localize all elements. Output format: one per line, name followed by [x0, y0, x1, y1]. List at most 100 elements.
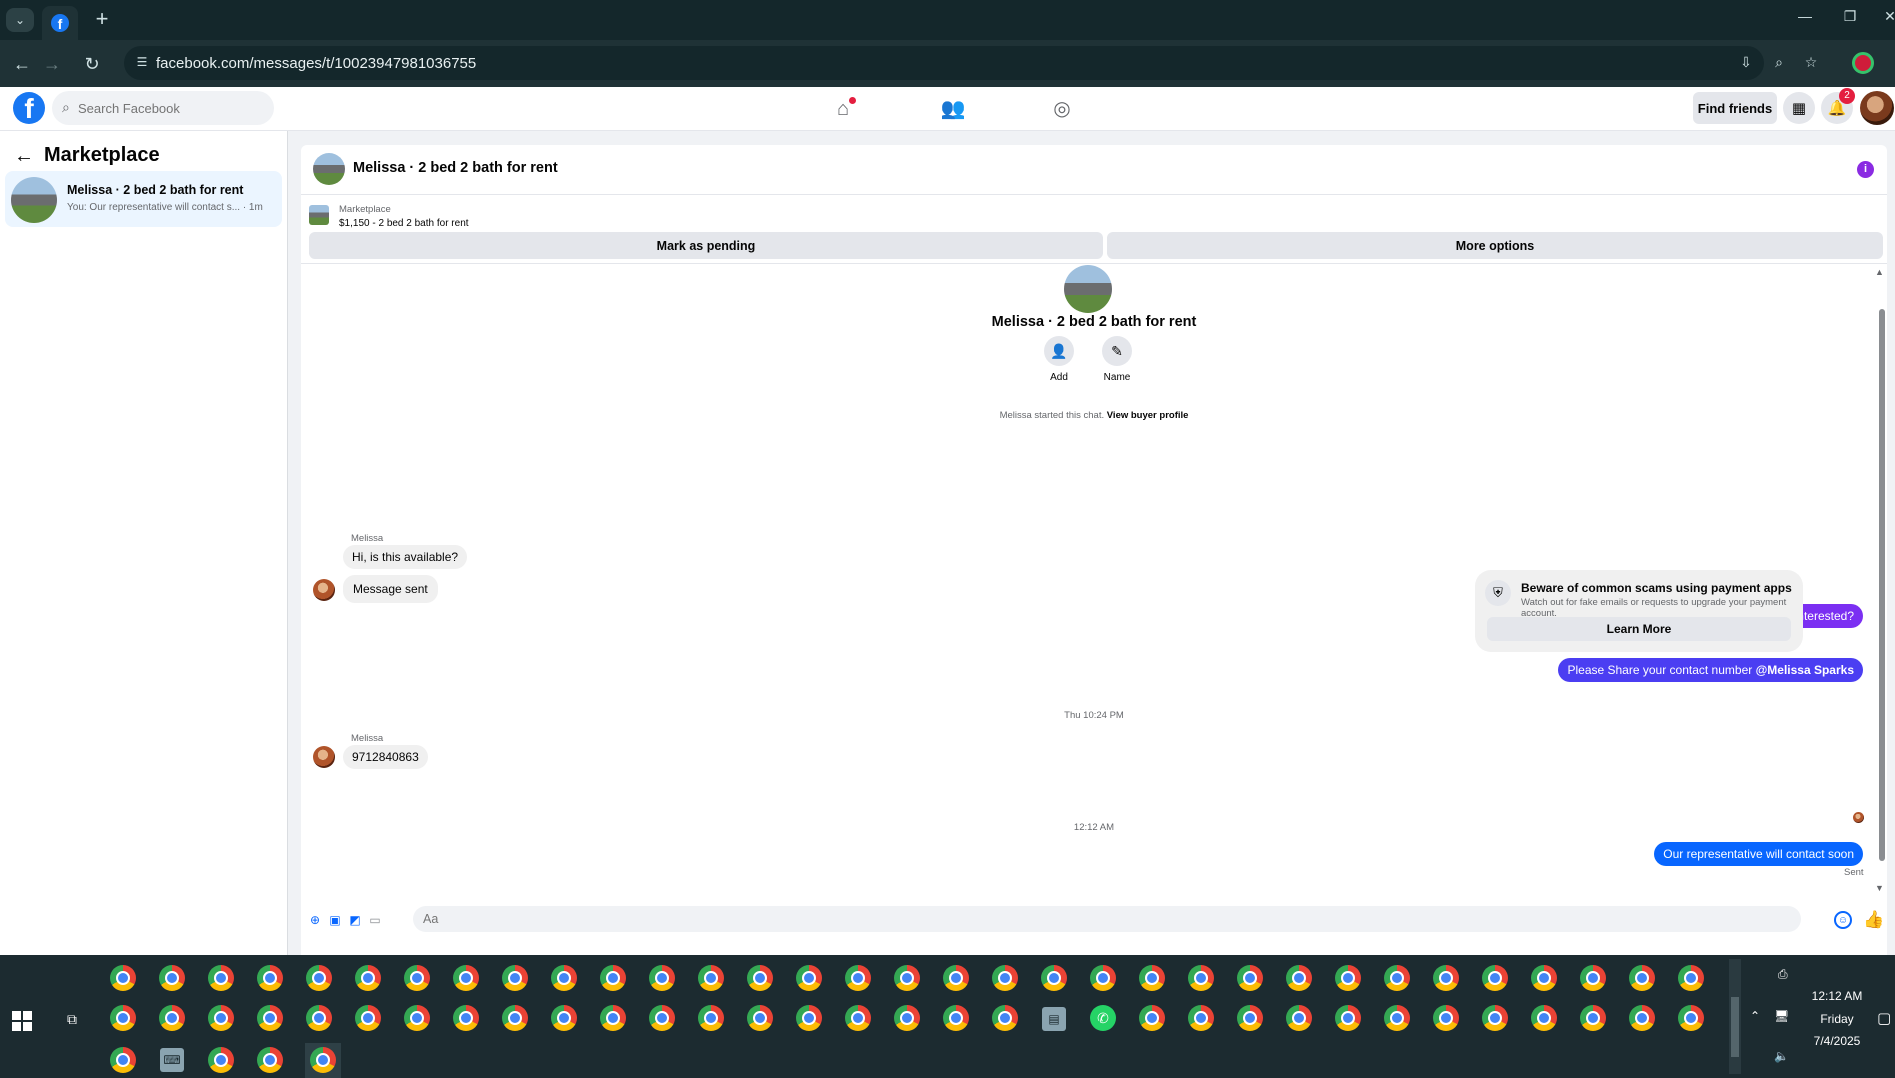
edit-name-icon[interactable]: ✎	[1102, 336, 1132, 366]
chrome-window-icon[interactable]	[1433, 965, 1459, 991]
groups-icon[interactable]: ◎	[1048, 95, 1076, 123]
bookmark-star-icon[interactable]: ☆	[1801, 54, 1821, 71]
chrome-window-icon[interactable]	[1629, 1005, 1655, 1031]
chrome-window-icon[interactable]	[1531, 1005, 1557, 1031]
install-app-icon[interactable]: ⇩	[1736, 54, 1756, 71]
chrome-window-icon[interactable]	[404, 965, 430, 991]
chrome-window-icon[interactable]	[845, 1005, 871, 1031]
restore-icon[interactable]: ❐	[1830, 8, 1870, 25]
chrome-window-icon[interactable]	[747, 1005, 773, 1031]
info-icon[interactable]: i	[1857, 161, 1874, 178]
gif-icon[interactable]: ▭	[367, 912, 383, 928]
chrome-window-icon[interactable]	[1580, 965, 1606, 991]
mention-link[interactable]: @Melissa Sparks	[1756, 663, 1854, 677]
message-input[interactable]	[413, 906, 1801, 932]
menu-grid-icon[interactable]: ▦	[1783, 92, 1815, 124]
minimize-icon[interactable]: —	[1785, 8, 1825, 24]
melissa-avatar[interactable]	[313, 746, 335, 768]
view-buyer-profile-link[interactable]: View buyer profile	[1107, 410, 1189, 421]
chrome-window-icon[interactable]	[551, 965, 577, 991]
site-info-icon[interactable]: ☰	[134, 55, 150, 71]
chrome-window-icon[interactable]	[110, 965, 136, 991]
new-tab-button[interactable]: +	[90, 8, 114, 32]
tab-facebook[interactable]: f	[42, 6, 78, 40]
learn-more-button[interactable]: Learn More	[1487, 617, 1791, 641]
chrome-window-icon[interactable]	[1090, 965, 1116, 991]
outgoing-message[interactable]: Please Share your contact number @Meliss…	[1558, 658, 1863, 682]
add-person-icon[interactable]: 👤	[1044, 336, 1074, 366]
notifications-center-icon[interactable]: ▢	[1877, 1009, 1891, 1027]
spreadsheet-app-icon[interactable]: ▤	[1042, 1007, 1066, 1031]
chrome-window-icon[interactable]	[306, 1005, 332, 1031]
chrome-window-icon[interactable]	[1580, 1005, 1606, 1031]
more-options-button[interactable]: More options	[1107, 232, 1883, 259]
keyboard-app-icon[interactable]: ⌨	[160, 1048, 184, 1072]
chrome-window-icon[interactable]	[992, 1005, 1018, 1031]
back-arrow-icon[interactable]: ←	[14, 145, 34, 168]
chrome-window-icon[interactable]	[257, 1047, 283, 1073]
find-friends-button[interactable]: Find friends	[1693, 92, 1777, 124]
chrome-window-icon[interactable]	[110, 1005, 136, 1031]
scroll-down-arrow-icon[interactable]: ▼	[1875, 883, 1884, 893]
chrome-window-icon[interactable]	[551, 1005, 577, 1031]
melissa-avatar[interactable]	[313, 579, 335, 601]
task-view-icon[interactable]: ⧉	[62, 1011, 82, 1031]
url-text[interactable]: facebook.com/messages/t/1002394798103675…	[156, 55, 476, 72]
chrome-window-icon[interactable]	[1237, 965, 1263, 991]
chrome-window-icon[interactable]	[1139, 1005, 1165, 1031]
chrome-window-icon[interactable]	[257, 1005, 283, 1031]
chrome-window-icon[interactable]	[649, 1005, 675, 1031]
chrome-window-icon[interactable]	[1188, 1005, 1214, 1031]
network-icon[interactable]: 🖥	[1774, 1009, 1789, 1023]
chrome-window-icon[interactable]	[355, 965, 381, 991]
chrome-window-icon[interactable]	[796, 965, 822, 991]
chrome-window-icon[interactable]	[355, 1005, 381, 1031]
plus-circle-icon[interactable]: ⊕	[307, 912, 323, 928]
chrome-window-icon[interactable]	[600, 965, 626, 991]
chrome-window-icon[interactable]	[208, 1005, 234, 1031]
scrollbar-thumb[interactable]	[1879, 309, 1885, 861]
chrome-window-icon[interactable]	[1286, 1005, 1312, 1031]
chrome-window-icon[interactable]	[796, 1005, 822, 1031]
reload-icon[interactable]: ↻	[80, 52, 104, 76]
chrome-window-icon[interactable]	[306, 965, 332, 991]
chrome-window-icon[interactable]	[1335, 1005, 1361, 1031]
close-window-icon[interactable]: ✕	[1870, 8, 1895, 25]
listing-thumbnail[interactable]	[309, 205, 329, 225]
mark-as-pending-button[interactable]: Mark as pending	[309, 232, 1103, 259]
chrome-window-icon[interactable]	[649, 965, 675, 991]
chrome-window-icon[interactable]	[110, 1047, 136, 1073]
chat-avatar[interactable]	[313, 153, 345, 185]
chrome-window-icon[interactable]	[992, 965, 1018, 991]
emoji-icon[interactable]: ☺	[1834, 911, 1852, 929]
zoom-icon[interactable]: ⌕	[1769, 54, 1789, 71]
chrome-window-icon[interactable]	[453, 965, 479, 991]
chrome-window-icon[interactable]	[1237, 1005, 1263, 1031]
browser-profile-icon[interactable]	[1852, 52, 1874, 74]
search-box[interactable]: ⌕	[52, 91, 274, 125]
chrome-window-icon[interactable]	[1384, 1005, 1410, 1031]
chrome-window-icon[interactable]	[208, 965, 234, 991]
chrome-window-icon[interactable]	[453, 1005, 479, 1031]
incoming-message[interactable]: Message sent	[343, 575, 438, 603]
clock-date[interactable]: 7/4/2025	[1802, 1034, 1872, 1048]
chrome-window-icon[interactable]	[404, 1005, 430, 1031]
back-arrow-icon[interactable]: ←	[10, 52, 34, 76]
clock-day[interactable]: Friday	[1802, 1012, 1872, 1026]
windows-start-icon[interactable]	[12, 1011, 32, 1031]
chrome-window-icon[interactable]	[943, 965, 969, 991]
search-input[interactable]	[78, 91, 268, 125]
chrome-window-icon[interactable]	[1678, 1005, 1704, 1031]
clock-time[interactable]: 12:12 AM	[1802, 989, 1872, 1003]
chrome-window-icon[interactable]	[698, 1005, 724, 1031]
chrome-window-icon[interactable]	[1384, 965, 1410, 991]
forward-arrow-icon[interactable]: →	[40, 52, 64, 76]
chrome-window-icon[interactable]	[600, 1005, 626, 1031]
chrome-window-icon[interactable]	[698, 965, 724, 991]
photo-icon[interactable]: ▣	[327, 912, 343, 928]
chrome-window-icon[interactable]	[1531, 965, 1557, 991]
chrome-window-icon[interactable]	[257, 965, 283, 991]
account-avatar[interactable]	[1860, 91, 1894, 125]
chrome-window-icon[interactable]	[502, 965, 528, 991]
chrome-window-icon[interactable]	[1678, 965, 1704, 991]
